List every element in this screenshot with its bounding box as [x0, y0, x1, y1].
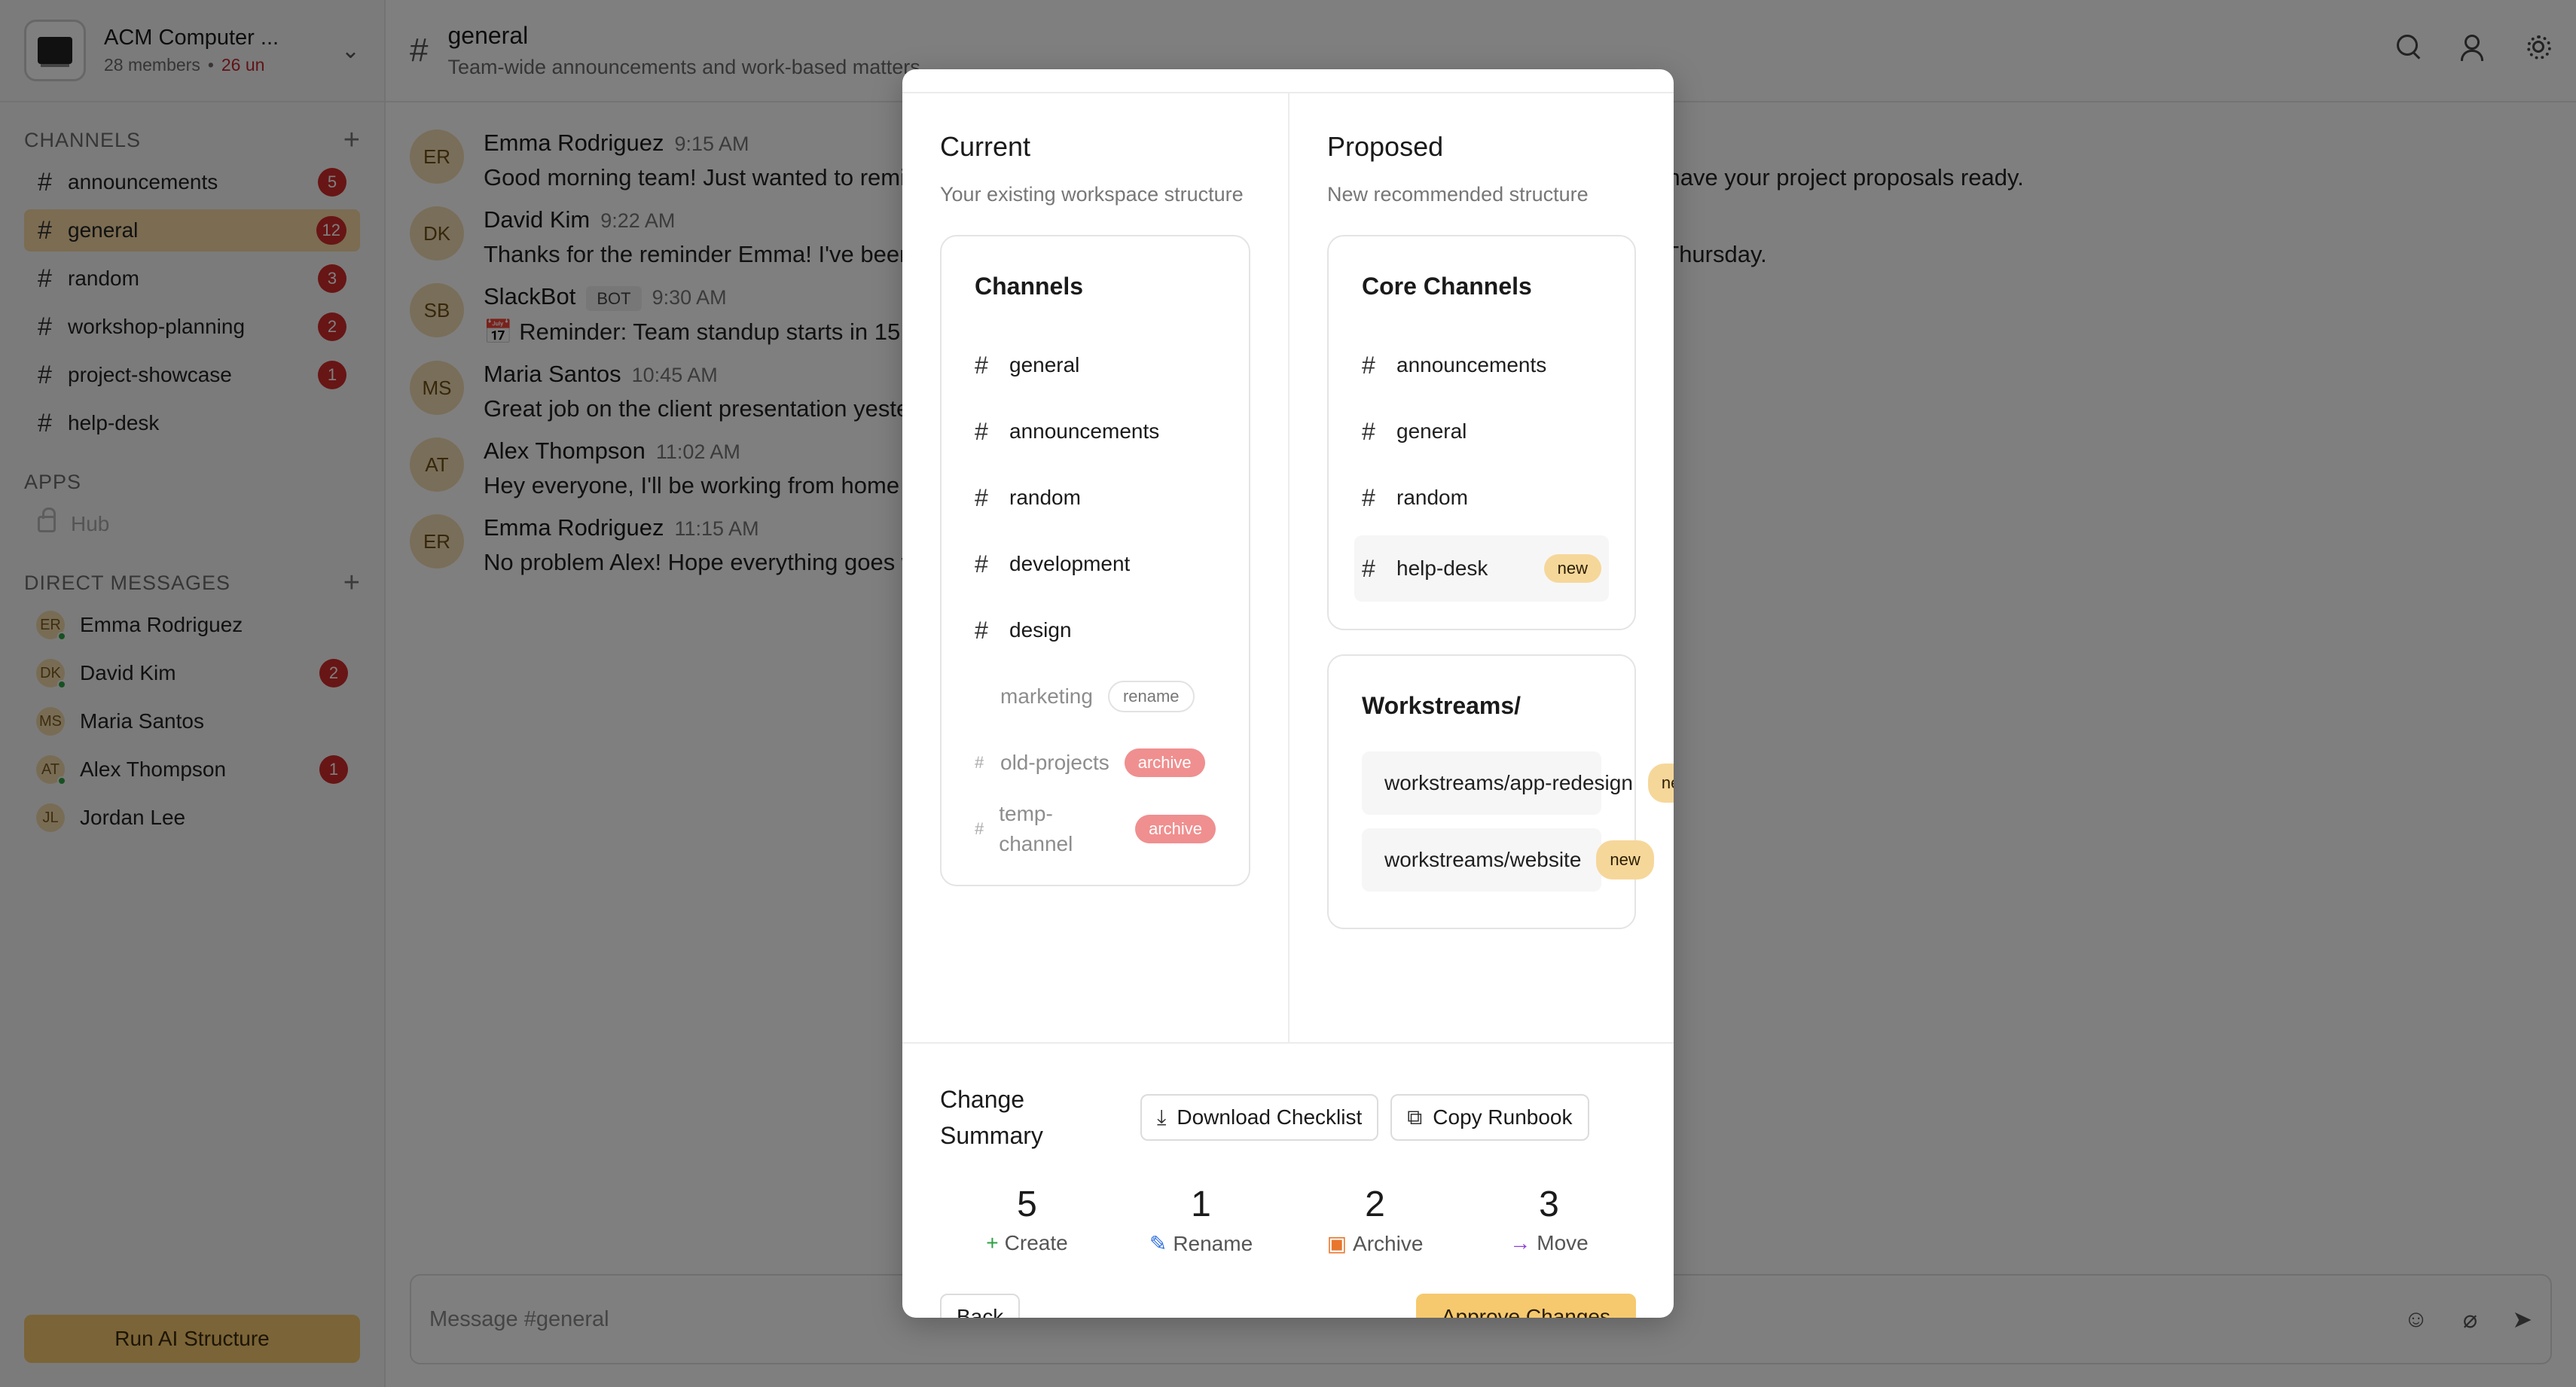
hash-icon: # [975, 417, 988, 445]
channel-name: design [1009, 618, 1072, 642]
channel-name: development [1009, 552, 1131, 575]
workstreams-card: Workstreams/ workstreams/app-redesign new… [1327, 654, 1674, 929]
hash-icon: # [975, 550, 988, 578]
stat-count: 3 [1539, 1184, 1559, 1224]
new-tag: new [1647, 764, 1674, 803]
core-channels-title: Core Channels [1362, 273, 1532, 300]
proposed-heading: Proposed [1327, 131, 1444, 162]
download-icon: ⤓ [1157, 1105, 1167, 1129]
workstreams-title: Workstreams/ [1362, 692, 1521, 719]
stat-move: 3 → Move [1462, 1184, 1636, 1256]
hash-icon: # [1362, 351, 1375, 379]
approve-changes-button[interactable]: Approve Changes [1415, 1294, 1636, 1318]
download-label: Download Checklist [1177, 1105, 1363, 1129]
stat-label-row: → Move [1462, 1231, 1636, 1255]
new-tag: new [1596, 840, 1654, 879]
stat-label: Archive [1353, 1232, 1424, 1255]
download-checklist-button[interactable]: ⤓ Download Checklist [1140, 1094, 1379, 1141]
hash-icon: # [1362, 417, 1375, 445]
proposed-channel-item: # announcements [1362, 332, 1601, 398]
stat-label-row: ✎ Rename [1114, 1231, 1288, 1256]
move-icon: → [1509, 1231, 1531, 1254]
hash-icon: # [1362, 554, 1375, 582]
stat-label: Create [1004, 1231, 1068, 1254]
hash-icon: # [1362, 483, 1375, 511]
channel-name: general [1009, 353, 1080, 376]
stat-count: 1 [1191, 1184, 1211, 1224]
proposed-channel-item: # general [1362, 398, 1601, 465]
channel-name: temp-channel [999, 802, 1073, 855]
stat-count: 2 [1365, 1184, 1385, 1224]
change-summary: Change Summary ⤓ Download Checklist ⧉ Co… [902, 1042, 1674, 1318]
back-button[interactable]: Back [940, 1294, 1021, 1318]
current-channel-item: # old-projects archive [975, 730, 1216, 796]
archive-icon: ▣ [1326, 1232, 1348, 1255]
copy-runbook-button[interactable]: ⧉ Copy Runbook [1390, 1094, 1589, 1141]
channel-name: announcements [1009, 419, 1160, 443]
proposed-channel-item: # help-desk new [1354, 535, 1609, 602]
current-channel-item: # design [975, 597, 1216, 663]
current-channels-card: Channels # general # announcements # random # d… [940, 235, 1250, 886]
current-channel-item: # temp-channel archive [975, 796, 1216, 862]
stat-create: 5 + Create [940, 1184, 1114, 1256]
rename-icon: ✎ [1149, 1232, 1167, 1255]
stat-rename: 1 ✎ Rename [1114, 1184, 1288, 1256]
hash-icon: # [975, 483, 988, 511]
stat-label-row: + Create [940, 1231, 1114, 1255]
current-channels-title: Channels [975, 273, 1084, 300]
current-subtitle: Your existing workspace structure [940, 183, 1244, 206]
current-channel-item: marketing rename [975, 663, 1216, 730]
create-icon: + [986, 1231, 999, 1254]
stat-count: 5 [1017, 1184, 1037, 1224]
stat-label: Move [1537, 1231, 1589, 1254]
proposed-channel-item: # random [1362, 465, 1601, 531]
channel-name: old-projects [1000, 751, 1109, 774]
channel-name: random [1009, 486, 1081, 509]
change-summary-title: Change Summary [940, 1086, 1043, 1149]
copy-icon: ⧉ [1407, 1105, 1423, 1129]
proposed-subtitle: New recommended structure [1327, 183, 1589, 206]
workstream-item: workstreams/app-redesign new [1362, 751, 1674, 815]
hash-icon: # [975, 616, 988, 644]
archive-tag: archive [1135, 815, 1216, 843]
current-heading: Current [940, 131, 1031, 162]
workstream-name: workstreams/website [1384, 848, 1582, 871]
structure-review-modal: Current Your existing workspace structur… [902, 69, 1674, 1318]
hash-icon: # [975, 753, 984, 772]
stat-label-row: ▣ Archive [1288, 1231, 1462, 1256]
copy-label: Copy Runbook [1433, 1105, 1573, 1129]
current-channel-item: # random [975, 465, 1216, 531]
current-channel-item: # development [975, 531, 1216, 597]
core-channel-list: # announcements # general # random # help-desk n… [1354, 332, 1609, 602]
hash-icon: # [975, 351, 988, 379]
change-stats: 5 + Create 1 ✎ Rename 2 ▣ Archive 3 → Move [940, 1184, 1636, 1256]
channel-name: marketing [1000, 684, 1093, 708]
channel-name: announcements [1396, 353, 1547, 376]
stat-archive: 2 ▣ Archive [1288, 1184, 1462, 1256]
current-structure-column: Current Your existing workspace structur… [902, 93, 1288, 1042]
proposed-structure-column: Proposed New recommended structure Core … [1288, 93, 1674, 1042]
channel-name: random [1396, 486, 1468, 509]
structure-comparison: Current Your existing workspace structur… [902, 92, 1674, 1042]
channel-name: help-desk [1396, 556, 1488, 580]
workstream-item: workstreams/website new [1362, 828, 1654, 892]
workstream-list: workstreams/app-redesignnewworkstreams/w… [1362, 751, 1674, 892]
current-channel-item: # announcements [975, 398, 1216, 465]
hash-icon: # [975, 819, 984, 838]
stat-label: Rename [1173, 1232, 1253, 1255]
archive-tag: archive [1124, 748, 1205, 777]
new-tag: new [1543, 554, 1601, 583]
current-channel-item: # general [975, 332, 1216, 398]
workstream-name: workstreams/app-redesign [1384, 771, 1633, 794]
core-channels-card: Core Channels # announcements # general # ran… [1327, 235, 1636, 630]
rename-tag: rename [1107, 681, 1195, 712]
current-channel-list: # general # announcements # random # developmen… [975, 332, 1216, 862]
channel-name: general [1396, 419, 1467, 443]
